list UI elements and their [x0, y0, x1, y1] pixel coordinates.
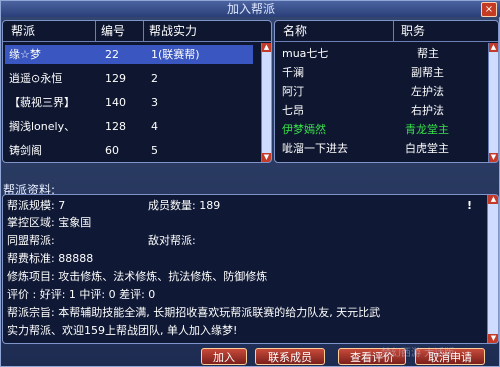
notice-mark: ! — [467, 199, 473, 212]
gang-list-panel: 帮派 编号 帮战实力 缘☆梦 22 1(联赛帮) 逍遥⊙永恒 129 2 【藐视… — [2, 20, 272, 163]
member-role: 帮主 — [417, 47, 439, 60]
gang-power: 1(联赛帮) — [151, 48, 200, 61]
member-list-scrollbar[interactable]: ▲ ▼ — [488, 43, 498, 162]
col-divider — [95, 21, 96, 41]
member-name: 伊梦嫣然 — [282, 123, 326, 136]
col-member-role: 职务 — [401, 24, 426, 38]
gang-list-scrollbar[interactable]: ▲ ▼ — [261, 43, 271, 162]
territory: 掌控区域: 宝象国 — [7, 216, 92, 229]
member-count: 成员数量: 189 — [148, 199, 221, 212]
gang-scale: 帮派规模: 7 — [7, 199, 66, 212]
col-power: 帮战实力 — [149, 24, 198, 38]
member-role: 右护法 — [411, 104, 444, 117]
gang-row[interactable]: 逍遥⊙永恒 129 2 — [5, 69, 253, 88]
member-name: 七昂 — [282, 104, 304, 117]
col-member-name: 名称 — [283, 24, 308, 38]
enemy-gang: 敌对帮派: — [148, 234, 196, 247]
member-role: 副帮主 — [411, 66, 444, 79]
gang-id: 129 — [105, 72, 126, 85]
scroll-up-icon[interactable]: ▲ — [488, 195, 498, 204]
ally-gang: 同盟帮派: — [7, 234, 55, 247]
gang-row[interactable]: 搁浅lonely、 128 4 — [5, 117, 253, 136]
gang-id: 60 — [105, 144, 119, 157]
member-row[interactable]: mua七七 帮主 — [277, 44, 487, 63]
gang-power: 3 — [151, 96, 158, 109]
member-row[interactable]: 伊梦嫣然 青龙堂主 — [277, 120, 487, 139]
gang-power: 4 — [151, 120, 158, 133]
gang-fee: 帮费标准: 88888 — [7, 252, 94, 265]
gang-motto-cont: 实力帮派、欢迎159上帮战团队, 单人加入缘梦! — [7, 324, 238, 337]
gang-row[interactable]: 【藐视三界】 140 3 — [5, 93, 253, 112]
member-row[interactable]: 呲溜一下进去 白虎堂主 — [277, 139, 487, 158]
scroll-down-icon[interactable]: ▼ — [489, 153, 498, 162]
gang-info-panel: 帮派规模: 7 成员数量: 189 掌控区域: 宝象国 同盟帮派: 敌对帮派: … — [2, 194, 499, 344]
scroll-down-icon[interactable]: ▼ — [488, 334, 498, 343]
member-list-panel: 名称 职务 mua七七 帮主 千澜 副帮主 阿汀 左护法 七昂 右护法 伊梦嫣然… — [274, 20, 499, 163]
member-role: 白虎堂主 — [405, 142, 449, 155]
info-scrollbar[interactable]: ▲ ▼ — [487, 195, 498, 343]
join-gang-window: 加入帮派 × 帮派 编号 帮战实力 缘☆梦 22 1(联赛帮) 逍遥⊙永恒 12… — [0, 0, 500, 367]
gang-power: 2 — [151, 72, 158, 85]
gang-name: 逍遥⊙永恒 — [9, 72, 63, 85]
gang-power: 5 — [151, 144, 158, 157]
scroll-up-icon[interactable]: ▲ — [262, 43, 271, 52]
member-role: 青龙堂主 — [405, 123, 449, 136]
join-button[interactable]: 加入 — [201, 348, 247, 365]
scroll-down-icon[interactable]: ▼ — [262, 153, 271, 162]
member-row[interactable]: 阿汀 左护法 — [277, 82, 487, 101]
member-name: 千澜 — [282, 66, 304, 79]
close-button[interactable]: × — [481, 2, 497, 17]
member-name: mua七七 — [282, 47, 329, 60]
scroll-up-icon[interactable]: ▲ — [489, 43, 498, 52]
gang-name: 搁浅lonely、 — [9, 120, 76, 133]
member-name: 阿汀 — [282, 85, 304, 98]
contact-member-button[interactable]: 联系成员 — [255, 348, 325, 365]
header-divider — [3, 41, 271, 42]
gang-id: 128 — [105, 120, 126, 133]
member-row[interactable]: 千澜 副帮主 — [277, 63, 487, 82]
gang-motto: 帮派宗旨: 本帮辅助技能全满, 长期招收喜欢玩帮派联赛的给力队友, 天元比武 — [7, 306, 381, 319]
col-id: 编号 — [101, 24, 126, 38]
member-role: 左护法 — [411, 85, 444, 98]
gang-row[interactable]: 铸剑阁 60 5 — [5, 141, 253, 160]
gang-name: 【藐视三界】 — [9, 96, 75, 109]
gang-name: 铸剑阁 — [9, 144, 42, 157]
window-title: 加入帮派 — [226, 2, 275, 16]
gang-name: 缘☆梦 — [9, 48, 41, 61]
gang-id: 22 — [105, 48, 119, 61]
member-row[interactable]: 七昂 右护法 — [277, 101, 487, 120]
cultivation-items: 修炼项目: 攻击修炼、法术修炼、抗法修炼、防御修炼 — [7, 270, 268, 283]
header-divider — [275, 41, 498, 42]
title-bar: 加入帮派 × — [1, 1, 500, 17]
rating: 评价 : 好评: 1 中评: 0 差评: 0 — [7, 288, 156, 301]
gang-row[interactable]: 缘☆梦 22 1(联赛帮) — [5, 45, 253, 64]
member-name: 呲溜一下进去 — [282, 142, 348, 155]
watermark: 梦幻西游 大话版 — [381, 348, 455, 359]
gang-id: 140 — [105, 96, 126, 109]
col-divider — [143, 21, 144, 41]
col-divider — [393, 21, 394, 41]
col-gang: 帮派 — [11, 24, 36, 38]
